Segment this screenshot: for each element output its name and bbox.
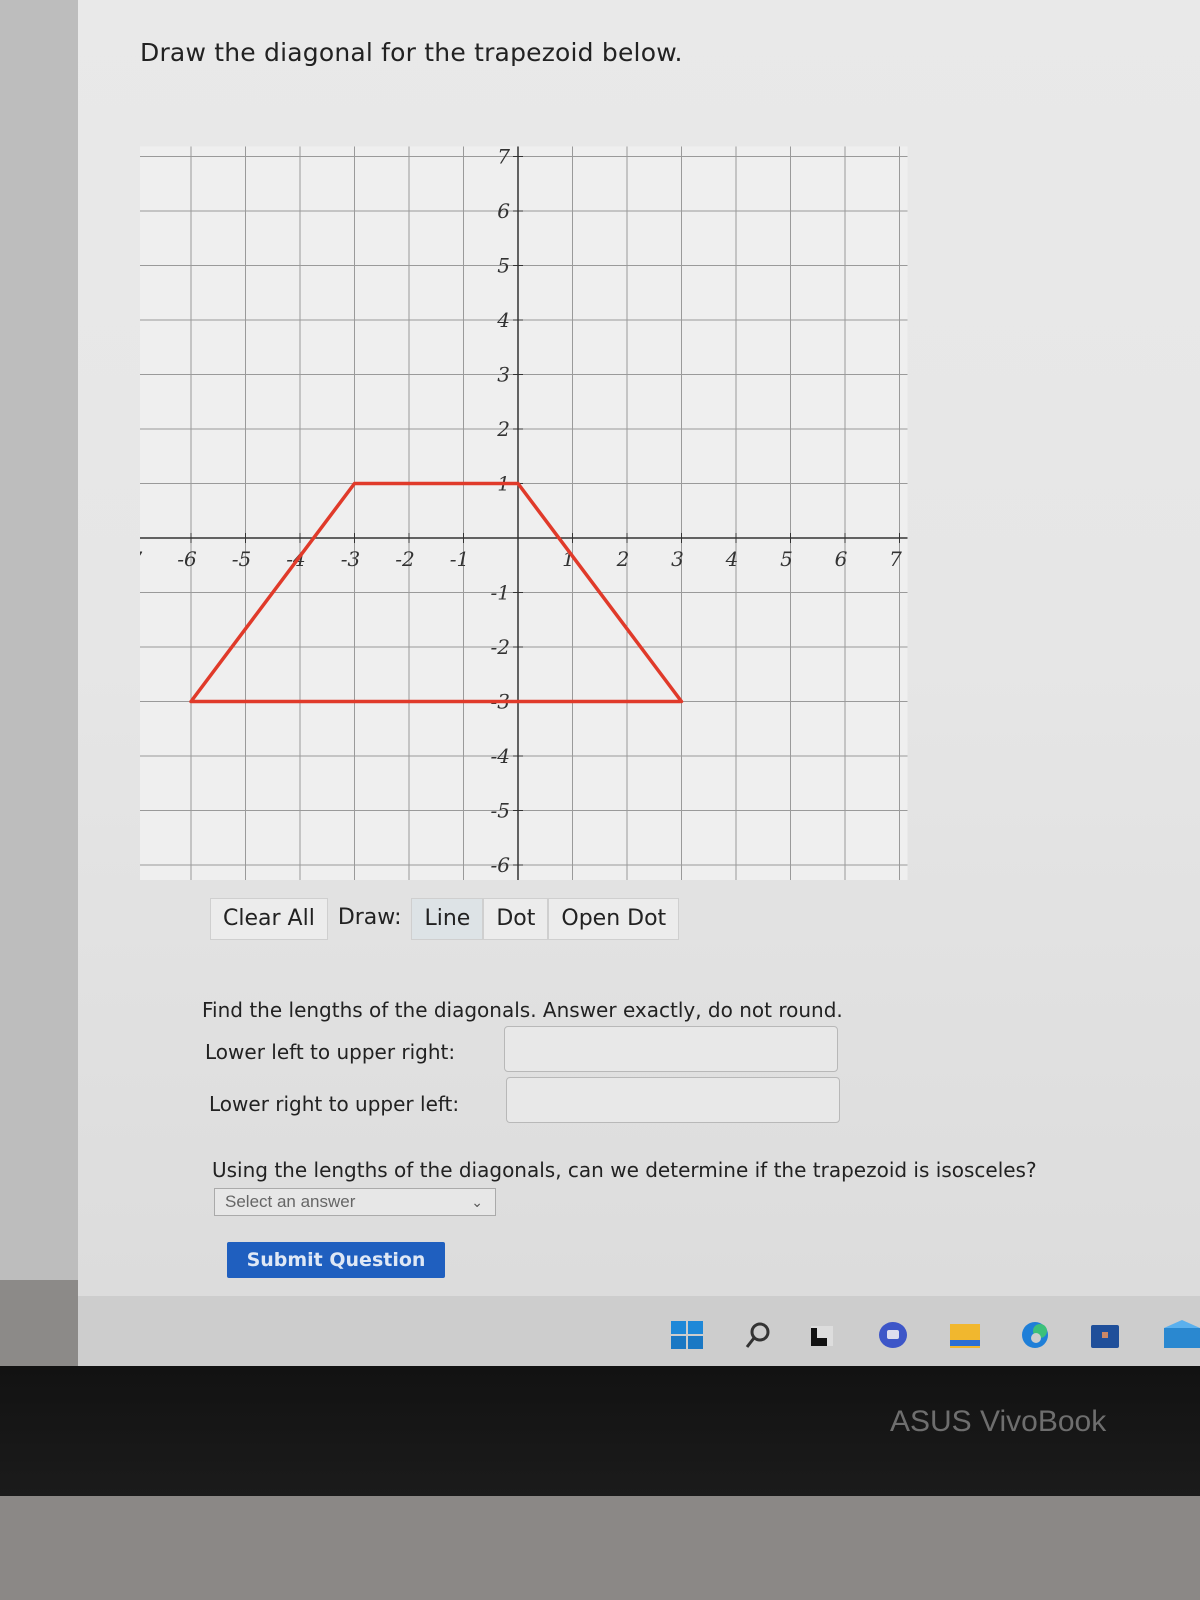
y-tick-label: -2 xyxy=(491,635,510,659)
x-tick-label: -5 xyxy=(232,547,251,571)
y-tick-label: -6 xyxy=(491,853,511,877)
chevron-down-icon: ⌄ xyxy=(471,1194,483,1210)
task-view-icon[interactable] xyxy=(805,1320,839,1350)
graph-toolbar: Clear All Draw: Line Dot Open Dot xyxy=(210,898,680,940)
y-tick-label: 6 xyxy=(497,199,510,223)
screen-left-margin xyxy=(0,0,80,1280)
y-tick-label: -1 xyxy=(491,581,510,605)
x-tick-label: -2 xyxy=(395,547,414,571)
x-tick-label: -3 xyxy=(341,547,360,571)
x-tick-label: 4 xyxy=(725,547,739,571)
laptop-body xyxy=(0,1496,1200,1600)
clear-all-button[interactable]: Clear All xyxy=(210,898,328,940)
isosceles-answer-select[interactable]: Select an answer ⌄ xyxy=(214,1188,496,1216)
diagonals-instruction: Find the lengths of the diagonals. Answe… xyxy=(202,998,843,1022)
mail-icon[interactable] xyxy=(1160,1320,1200,1350)
chat-icon[interactable] xyxy=(875,1320,909,1350)
y-tick-label: 2 xyxy=(496,417,510,441)
x-tick-label: -6 xyxy=(177,547,197,571)
dot-tool-button[interactable]: Dot xyxy=(483,898,549,940)
search-icon[interactable] xyxy=(740,1320,774,1350)
x-tick-label: 3 xyxy=(671,547,684,571)
coordinate-graph[interactable]: -7-6-5-4-3-2-112345677654321-1-2-3-4-5-6… xyxy=(140,100,940,880)
lower-left-label: Lower left to upper right: xyxy=(205,1040,456,1064)
isosceles-question: Using the lengths of the diagonals, can … xyxy=(212,1158,1037,1182)
y-tick-label: 4 xyxy=(496,308,510,332)
y-tick-label: 7 xyxy=(497,145,510,169)
open-dot-tool-button[interactable]: Open Dot xyxy=(548,898,680,940)
x-tick-label: 6 xyxy=(835,547,848,571)
edge-browser-icon[interactable] xyxy=(1018,1320,1052,1350)
select-placeholder: Select an answer xyxy=(225,1192,356,1211)
x-tick-label: -7 xyxy=(140,547,143,571)
lower-right-diagonal-input[interactable] xyxy=(506,1077,840,1123)
file-explorer-icon[interactable] xyxy=(948,1320,982,1350)
submit-question-button[interactable]: Submit Question xyxy=(227,1242,445,1278)
y-tick-label: 5 xyxy=(497,254,510,278)
laptop-brand: ASUS VivoBook xyxy=(890,1405,1107,1438)
lower-right-label: Lower right to upper left: xyxy=(209,1092,460,1116)
graph-background[interactable] xyxy=(140,146,908,881)
lower-left-diagonal-input[interactable] xyxy=(504,1026,838,1072)
draw-label: Draw: xyxy=(337,905,402,930)
line-tool-button[interactable]: Line xyxy=(411,898,484,940)
x-tick-label: 7 xyxy=(889,547,902,571)
store-icon[interactable] xyxy=(1088,1320,1122,1350)
x-tick-label: 2 xyxy=(616,547,630,571)
y-tick-label: 3 xyxy=(497,363,510,387)
y-tick-label: -5 xyxy=(491,799,510,823)
question-title: Draw the diagonal for the trapezoid belo… xyxy=(140,38,683,67)
windows-start-icon[interactable] xyxy=(670,1320,704,1350)
x-tick-label: -1 xyxy=(450,547,469,571)
x-tick-label: 5 xyxy=(780,547,793,571)
y-tick-label: -4 xyxy=(491,744,510,768)
